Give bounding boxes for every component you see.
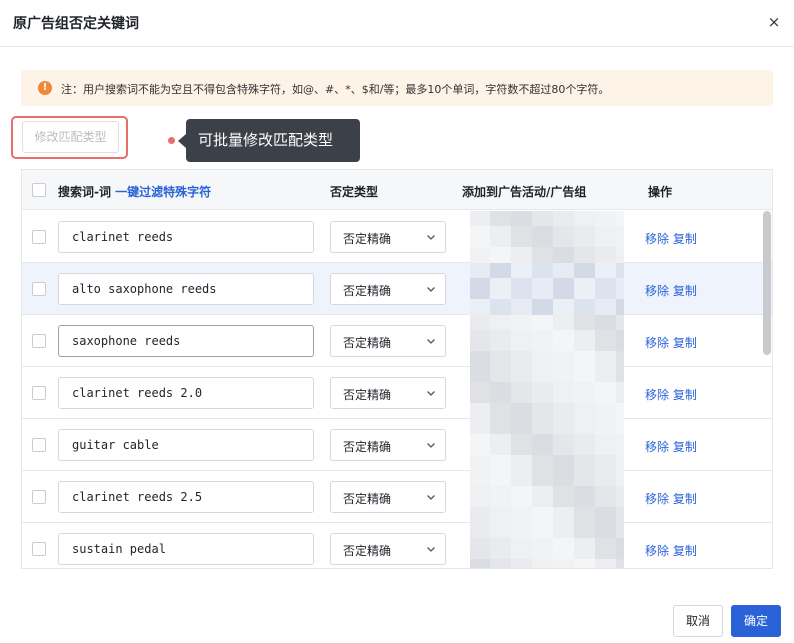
match-type-value: 否定精确 — [343, 544, 392, 558]
remove-link[interactable]: 移除 — [645, 440, 669, 454]
remove-link[interactable]: 移除 — [645, 284, 669, 298]
chevron-down-icon — [427, 495, 435, 500]
keyword-input[interactable]: alto saxophone reeds — [58, 273, 314, 305]
campaign-cell-blurred — [470, 523, 624, 568]
table-row: clarinet reeds 2.0 否定精确 移除 复制 — [22, 367, 772, 419]
row-checkbox[interactable] — [32, 490, 46, 504]
table-row: alto saxophone reeds 否定精确 移除 复制 — [22, 263, 772, 315]
match-type-select[interactable]: 否定精确 — [330, 481, 446, 513]
remove-link[interactable]: 移除 — [645, 492, 669, 506]
remove-link[interactable]: 移除 — [645, 544, 669, 558]
match-type-value: 否定精确 — [343, 492, 392, 506]
filter-special-chars-link[interactable]: 一键过滤特殊字符 — [115, 185, 211, 199]
row-checkbox[interactable] — [32, 438, 46, 452]
copy-link[interactable]: 复制 — [673, 232, 697, 246]
copy-link[interactable]: 复制 — [673, 388, 697, 402]
remove-link[interactable]: 移除 — [645, 388, 669, 402]
table-row: clarinet reeds 否定精确 移除 复制 — [22, 211, 772, 263]
notice-banner: ! 注：用户搜索词不能为空且不得包含特殊字符，如@、#、*、$和/等；最多10个… — [21, 70, 773, 106]
match-type-value: 否定精确 — [343, 232, 392, 246]
remove-link[interactable]: 移除 — [645, 232, 669, 246]
table-row: sustain pedal 否定精确 移除 复制 — [22, 523, 772, 568]
row-actions: 移除 复制 — [645, 230, 697, 247]
chevron-down-icon — [427, 287, 435, 292]
chevron-down-icon — [427, 339, 435, 344]
copy-link[interactable]: 复制 — [673, 544, 697, 558]
match-type-value: 否定精确 — [343, 440, 392, 454]
select-all-checkbox[interactable] — [32, 183, 46, 197]
match-type-select[interactable]: 否定精确 — [330, 533, 446, 565]
remove-link[interactable]: 移除 — [645, 336, 669, 350]
match-type-select[interactable]: 否定精确 — [330, 325, 446, 357]
chevron-down-icon — [427, 443, 435, 448]
tooltip-marker-dot — [168, 137, 175, 144]
column-header-campaign: 添加到广告活动/广告组 — [462, 185, 587, 199]
row-checkbox[interactable] — [32, 334, 46, 348]
match-type-select[interactable]: 否定精确 — [330, 429, 446, 461]
row-checkbox[interactable] — [32, 386, 46, 400]
chevron-down-icon — [427, 547, 435, 552]
row-actions: 移除 复制 — [645, 542, 697, 559]
row-actions: 移除 复制 — [645, 386, 697, 403]
row-actions: 移除 复制 — [645, 438, 697, 455]
match-type-value: 否定精确 — [343, 388, 392, 402]
table-scrollbar[interactable] — [763, 211, 771, 355]
keyword-input[interactable]: clarinet reeds 2.0 — [58, 377, 314, 409]
chevron-down-icon — [427, 235, 435, 240]
match-type-select[interactable]: 否定精确 — [330, 377, 446, 409]
confirm-button[interactable]: 确定 — [731, 605, 781, 637]
warning-icon: ! — [38, 81, 52, 95]
modify-match-type-button[interactable]: 修改匹配类型 — [22, 121, 119, 153]
keyword-table: 搜索词-词 一键过滤特殊字符 否定类型 添加到广告活动/广告组 操作 clari… — [21, 169, 773, 569]
match-type-select[interactable]: 否定精确 — [330, 221, 446, 253]
table-row: guitar cable 否定精确 移除 复制 — [22, 419, 772, 471]
campaign-cell-blurred — [470, 367, 624, 419]
campaign-cell-blurred — [470, 211, 624, 263]
keyword-input[interactable]: guitar cable — [58, 429, 314, 461]
notice-text: 注：用户搜索词不能为空且不得包含特殊字符，如@、#、*、$和/等；最多10个单词… — [61, 83, 610, 96]
match-type-select[interactable]: 否定精确 — [330, 273, 446, 305]
column-header-actions: 操作 — [648, 185, 673, 199]
copy-link[interactable]: 复制 — [673, 440, 697, 454]
match-type-value: 否定精确 — [343, 336, 392, 350]
cancel-button[interactable]: 取消 — [673, 605, 723, 637]
row-actions: 移除 复制 — [645, 282, 697, 299]
dialog-title: 原广告组否定关键词 — [13, 16, 139, 32]
copy-link[interactable]: 复制 — [673, 284, 697, 298]
copy-link[interactable]: 复制 — [673, 336, 697, 350]
column-header-negative-type: 否定类型 — [330, 185, 379, 199]
search-term-header-label: 搜索词-词 — [58, 185, 111, 199]
keyword-input[interactable]: clarinet reeds — [58, 221, 314, 253]
row-checkbox[interactable] — [32, 282, 46, 296]
keyword-input[interactable]: saxophone reeds — [58, 325, 314, 357]
row-checkbox[interactable] — [32, 230, 46, 244]
campaign-cell-blurred — [470, 263, 624, 315]
row-actions: 移除 复制 — [645, 490, 697, 507]
row-checkbox[interactable] — [32, 542, 46, 556]
tooltip-arrow — [178, 134, 186, 148]
close-icon[interactable]: × — [764, 12, 784, 32]
chevron-down-icon — [427, 391, 435, 396]
campaign-cell-blurred — [470, 419, 624, 471]
keyword-input[interactable]: clarinet reeds 2.5 — [58, 481, 314, 513]
copy-link[interactable]: 复制 — [673, 492, 697, 506]
row-actions: 移除 复制 — [645, 334, 697, 351]
match-type-value: 否定精确 — [343, 284, 392, 298]
table-header: 搜索词-词 一键过滤特殊字符 否定类型 添加到广告活动/广告组 操作 — [22, 170, 772, 210]
batch-modify-tooltip: 可批量修改匹配类型 — [186, 119, 360, 162]
keyword-input[interactable]: sustain pedal — [58, 533, 314, 565]
dialog-header: 原广告组否定关键词 × — [0, 0, 794, 47]
table-row: clarinet reeds 2.5 否定精确 移除 复制 — [22, 471, 772, 523]
table-row: saxophone reeds 否定精确 移除 复制 — [22, 315, 772, 367]
column-header-search-term: 搜索词-词 一键过滤特殊字符 — [58, 183, 211, 200]
campaign-cell-blurred — [470, 471, 624, 523]
campaign-cell-blurred — [470, 315, 624, 367]
